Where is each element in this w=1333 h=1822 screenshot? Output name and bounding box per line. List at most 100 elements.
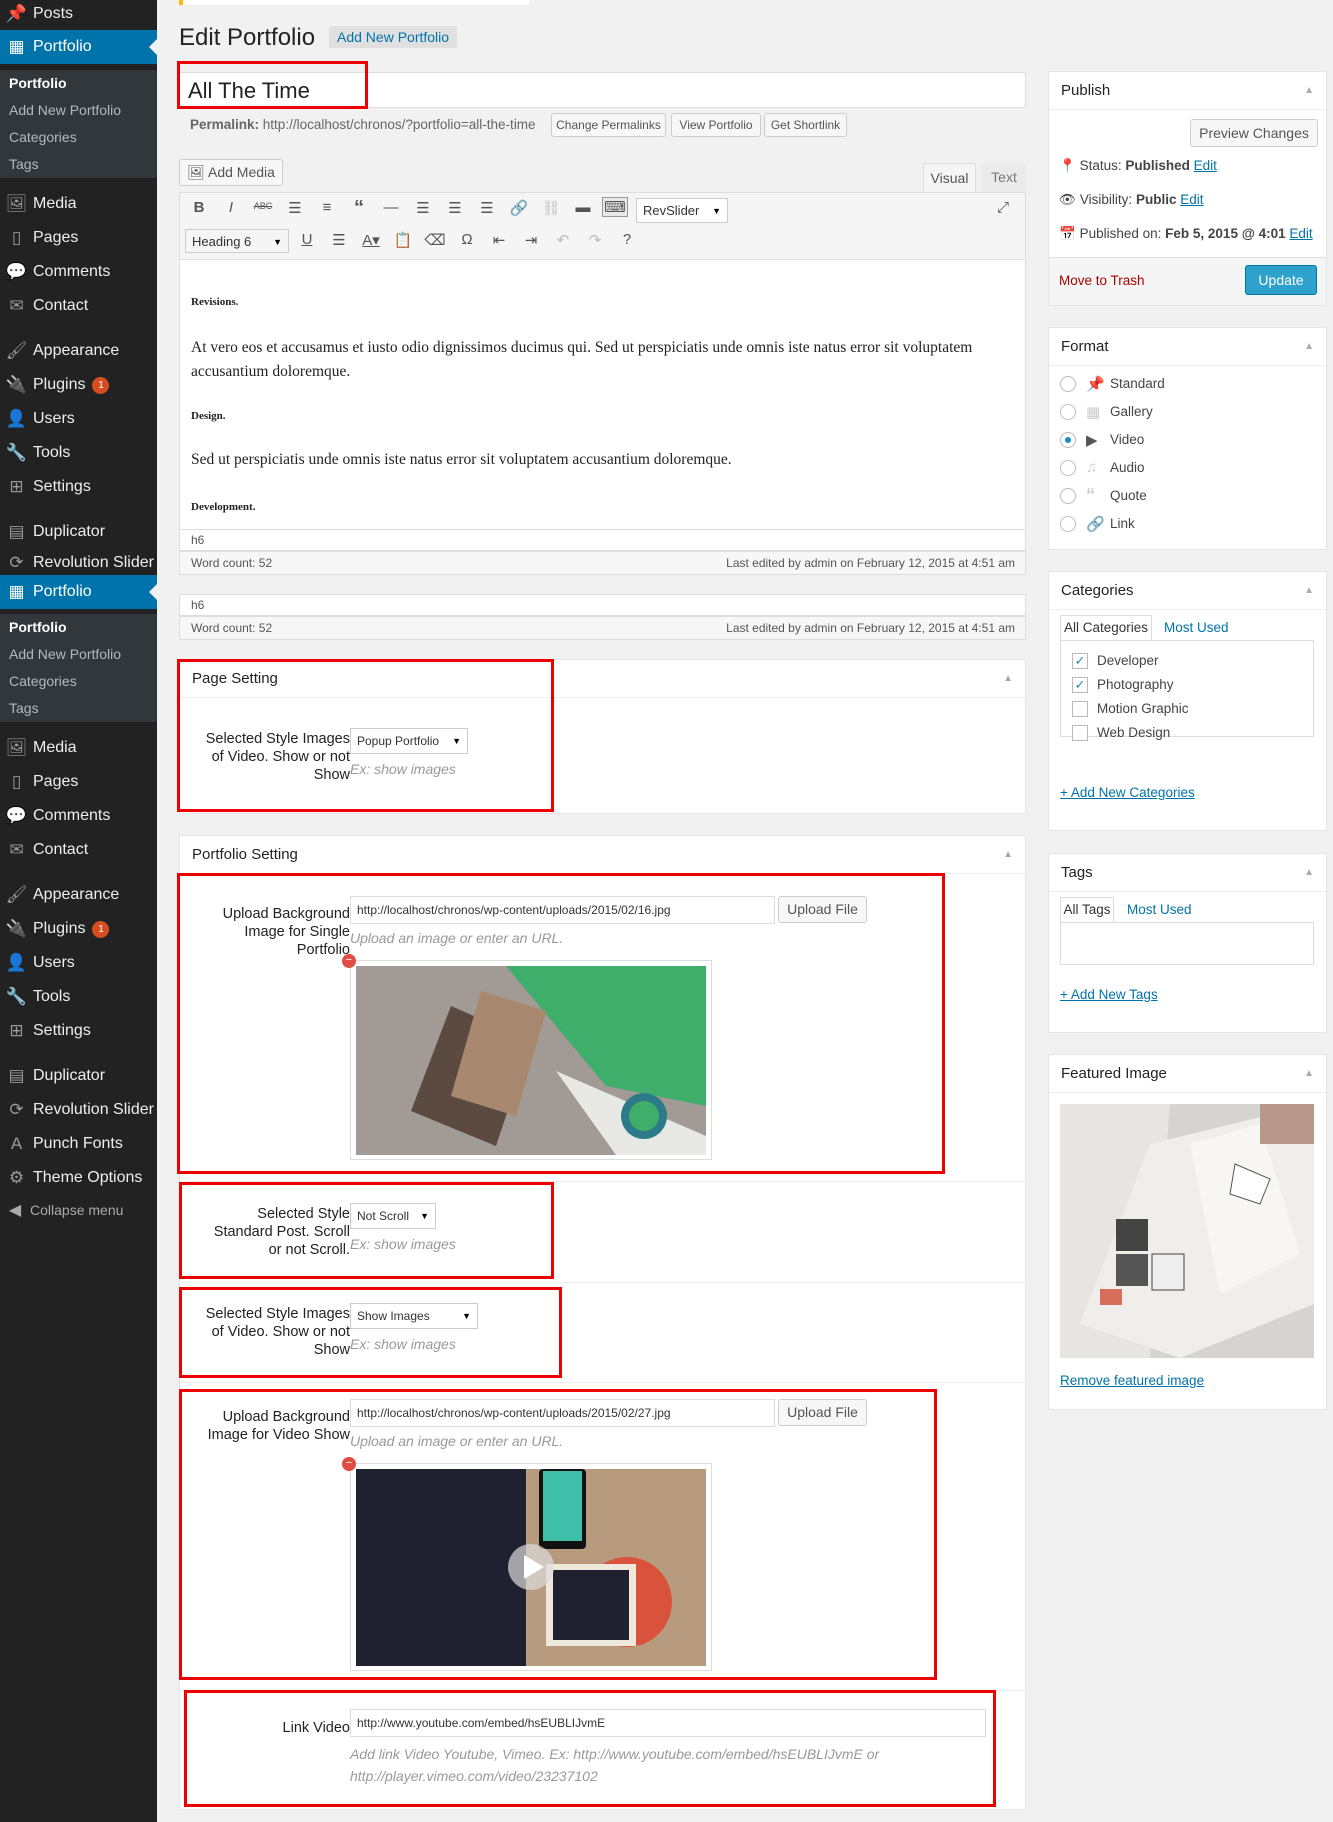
tab-text[interactable]: Text: [982, 163, 1026, 192]
submenu-add-new[interactable]: Add New Portfolio: [0, 97, 157, 124]
blockquote-icon[interactable]: “: [346, 197, 372, 220]
menu-plugins[interactable]: 🔌 Plugins 1: [0, 368, 157, 402]
bg-single-url-input[interactable]: http://localhost/chronos/wp-content/uplo…: [350, 896, 775, 924]
menu-duplicator[interactable]: ▤ Duplicator: [0, 1059, 157, 1093]
format-radio-gallery[interactable]: [1060, 404, 1076, 420]
update-button[interactable]: Update: [1245, 265, 1317, 295]
menu-pages[interactable]: ▯ Pages: [0, 221, 157, 255]
bullet-list-icon[interactable]: ☰: [282, 199, 308, 217]
add-new-category-link[interactable]: + Add New Categories: [1060, 785, 1195, 800]
menu-plugins[interactable]: 🔌 Plugins 1: [0, 912, 157, 946]
menu-media[interactable]: 🖼 Media: [0, 187, 157, 221]
menu-punch-fonts[interactable]: A Punch Fonts: [0, 1127, 157, 1161]
menu-settings[interactable]: ⊞ Settings: [0, 1014, 157, 1048]
view-portfolio-button[interactable]: View Portfolio: [671, 113, 761, 137]
tab-visual[interactable]: Visual: [923, 163, 976, 192]
category-checkbox-motion-graphic[interactable]: [1072, 701, 1088, 717]
outdent-icon[interactable]: ⇤: [486, 231, 512, 249]
collapse-arrow-icon[interactable]: ▲: [1003, 836, 1013, 874]
edit-status-link[interactable]: Edit: [1194, 158, 1217, 173]
collapse-arrow-icon[interactable]: ▲: [1304, 72, 1314, 110]
add-new-portfolio-button[interactable]: Add New Portfolio: [329, 26, 458, 48]
menu-portfolio[interactable]: ▦ Portfolio: [0, 30, 157, 64]
bold-icon[interactable]: B: [186, 199, 212, 216]
help-icon[interactable]: ?: [614, 231, 640, 248]
submenu-tags[interactable]: Tags: [0, 695, 157, 722]
special-character-icon[interactable]: Ω: [454, 231, 480, 248]
menu-media[interactable]: 🖼 Media: [0, 731, 157, 765]
portfolio-setting-header[interactable]: Portfolio Setting ▲: [180, 836, 1025, 874]
unlink-icon[interactable]: ⛓: [538, 199, 564, 217]
category-checkbox-developer[interactable]: ✓: [1072, 653, 1088, 669]
menu-appearance[interactable]: 🖌 Appearance: [0, 878, 157, 912]
preview-changes-button[interactable]: Preview Changes: [1190, 119, 1318, 147]
underline-icon[interactable]: U: [294, 231, 320, 248]
menu-portfolio-2[interactable]: ▦ Portfolio: [0, 575, 157, 609]
add-new-tag-link[interactable]: + Add New Tags: [1060, 987, 1158, 1002]
get-shortlink-button[interactable]: Get Shortlink: [764, 113, 847, 137]
text-color-icon[interactable]: A▾: [358, 231, 384, 249]
menu-revslider[interactable]: ⟳ Revolution Slider: [0, 549, 157, 576]
undo-icon[interactable]: ↶: [550, 231, 576, 249]
revslider-dropdown[interactable]: RevSlider: [636, 198, 728, 223]
collapse-arrow-icon[interactable]: ▲: [1304, 854, 1314, 892]
menu-pages[interactable]: ▯ Pages: [0, 765, 157, 799]
post-title-input[interactable]: All The Time: [179, 72, 1026, 108]
remove-image-icon[interactable]: −: [342, 954, 356, 968]
collapse-menu[interactable]: ◀ Collapse menu: [0, 1200, 124, 1220]
popup-portfolio-select[interactable]: Popup Portfolio: [350, 728, 468, 754]
collapse-arrow-icon[interactable]: ▲: [1304, 328, 1314, 366]
edit-visibility-link[interactable]: Edit: [1180, 192, 1203, 207]
link-icon[interactable]: 🔗: [506, 199, 532, 217]
move-to-trash-link[interactable]: Move to Trash: [1059, 273, 1145, 288]
publish-header[interactable]: Publish ▲: [1049, 72, 1326, 110]
menu-users[interactable]: 👤 Users: [0, 402, 157, 436]
format-radio-video[interactable]: [1060, 432, 1076, 448]
italic-icon[interactable]: I: [218, 199, 244, 216]
menu-revslider[interactable]: ⟳ Revolution Slider: [0, 1093, 157, 1127]
menu-posts[interactable]: 📌 Posts: [0, 0, 157, 27]
align-right-icon[interactable]: ☰: [474, 199, 500, 217]
featured-header[interactable]: Featured Image ▲: [1049, 1055, 1326, 1093]
format-header[interactable]: Format ▲: [1049, 328, 1326, 366]
submenu-tags[interactable]: Tags: [0, 151, 157, 178]
collapse-arrow-icon[interactable]: ▲: [1304, 1055, 1314, 1093]
menu-theme-options[interactable]: ⚙ Theme Options: [0, 1161, 157, 1195]
submenu-categories[interactable]: Categories: [0, 668, 157, 695]
menu-duplicator[interactable]: ▤ Duplicator: [0, 515, 157, 549]
numbered-list-icon[interactable]: ≡: [314, 199, 340, 216]
tags-header[interactable]: Tags ▲: [1049, 854, 1326, 892]
strikethrough-icon[interactable]: ABC: [250, 201, 276, 211]
remove-featured-image-link[interactable]: Remove featured image: [1060, 1373, 1204, 1388]
horizontal-line-icon[interactable]: —: [378, 199, 404, 216]
page-setting-header[interactable]: Page Setting ▲: [180, 660, 1025, 698]
justify-icon[interactable]: ☰: [326, 231, 352, 249]
tab-most-used-tags[interactable]: Most Used: [1127, 902, 1192, 917]
collapse-arrow-icon[interactable]: ▲: [1003, 660, 1013, 698]
submenu-add-new[interactable]: Add New Portfolio: [0, 641, 157, 668]
scroll-style-select[interactable]: Not Scroll: [350, 1203, 436, 1229]
submenu-portfolio[interactable]: Portfolio: [0, 614, 157, 641]
bg-video-url-input[interactable]: http://localhost/chronos/wp-content/uplo…: [350, 1399, 775, 1427]
fullscreen-icon[interactable]: ⤢: [990, 199, 1016, 216]
collapse-arrow-icon[interactable]: ▲: [1304, 572, 1314, 610]
indent-icon[interactable]: ⇥: [518, 231, 544, 249]
align-center-icon[interactable]: ☰: [442, 199, 468, 217]
upload-file-button-2[interactable]: Upload File: [778, 1399, 867, 1426]
change-permalinks-button[interactable]: Change Permalinks: [551, 113, 666, 137]
redo-icon[interactable]: ↷: [582, 231, 608, 249]
format-radio-audio[interactable]: [1060, 460, 1076, 476]
clear-formatting-icon[interactable]: ⌫: [422, 231, 448, 249]
toolbar-toggle-icon[interactable]: ⌨: [602, 197, 628, 217]
tab-all-categories[interactable]: All Categories: [1060, 615, 1152, 641]
format-select[interactable]: Heading 6: [185, 229, 289, 254]
category-checkbox-photography[interactable]: ✓: [1072, 677, 1088, 693]
menu-comments[interactable]: 💬 Comments: [0, 799, 157, 833]
menu-tools[interactable]: 🔧 Tools: [0, 980, 157, 1014]
categories-header[interactable]: Categories ▲: [1049, 572, 1326, 610]
read-more-icon[interactable]: ▬: [570, 199, 596, 216]
paste-text-icon[interactable]: 📋: [390, 231, 416, 249]
align-left-icon[interactable]: ☰: [410, 199, 436, 217]
menu-appearance[interactable]: 🖌 Appearance: [0, 334, 157, 368]
remove-image-icon[interactable]: −: [342, 1457, 356, 1471]
